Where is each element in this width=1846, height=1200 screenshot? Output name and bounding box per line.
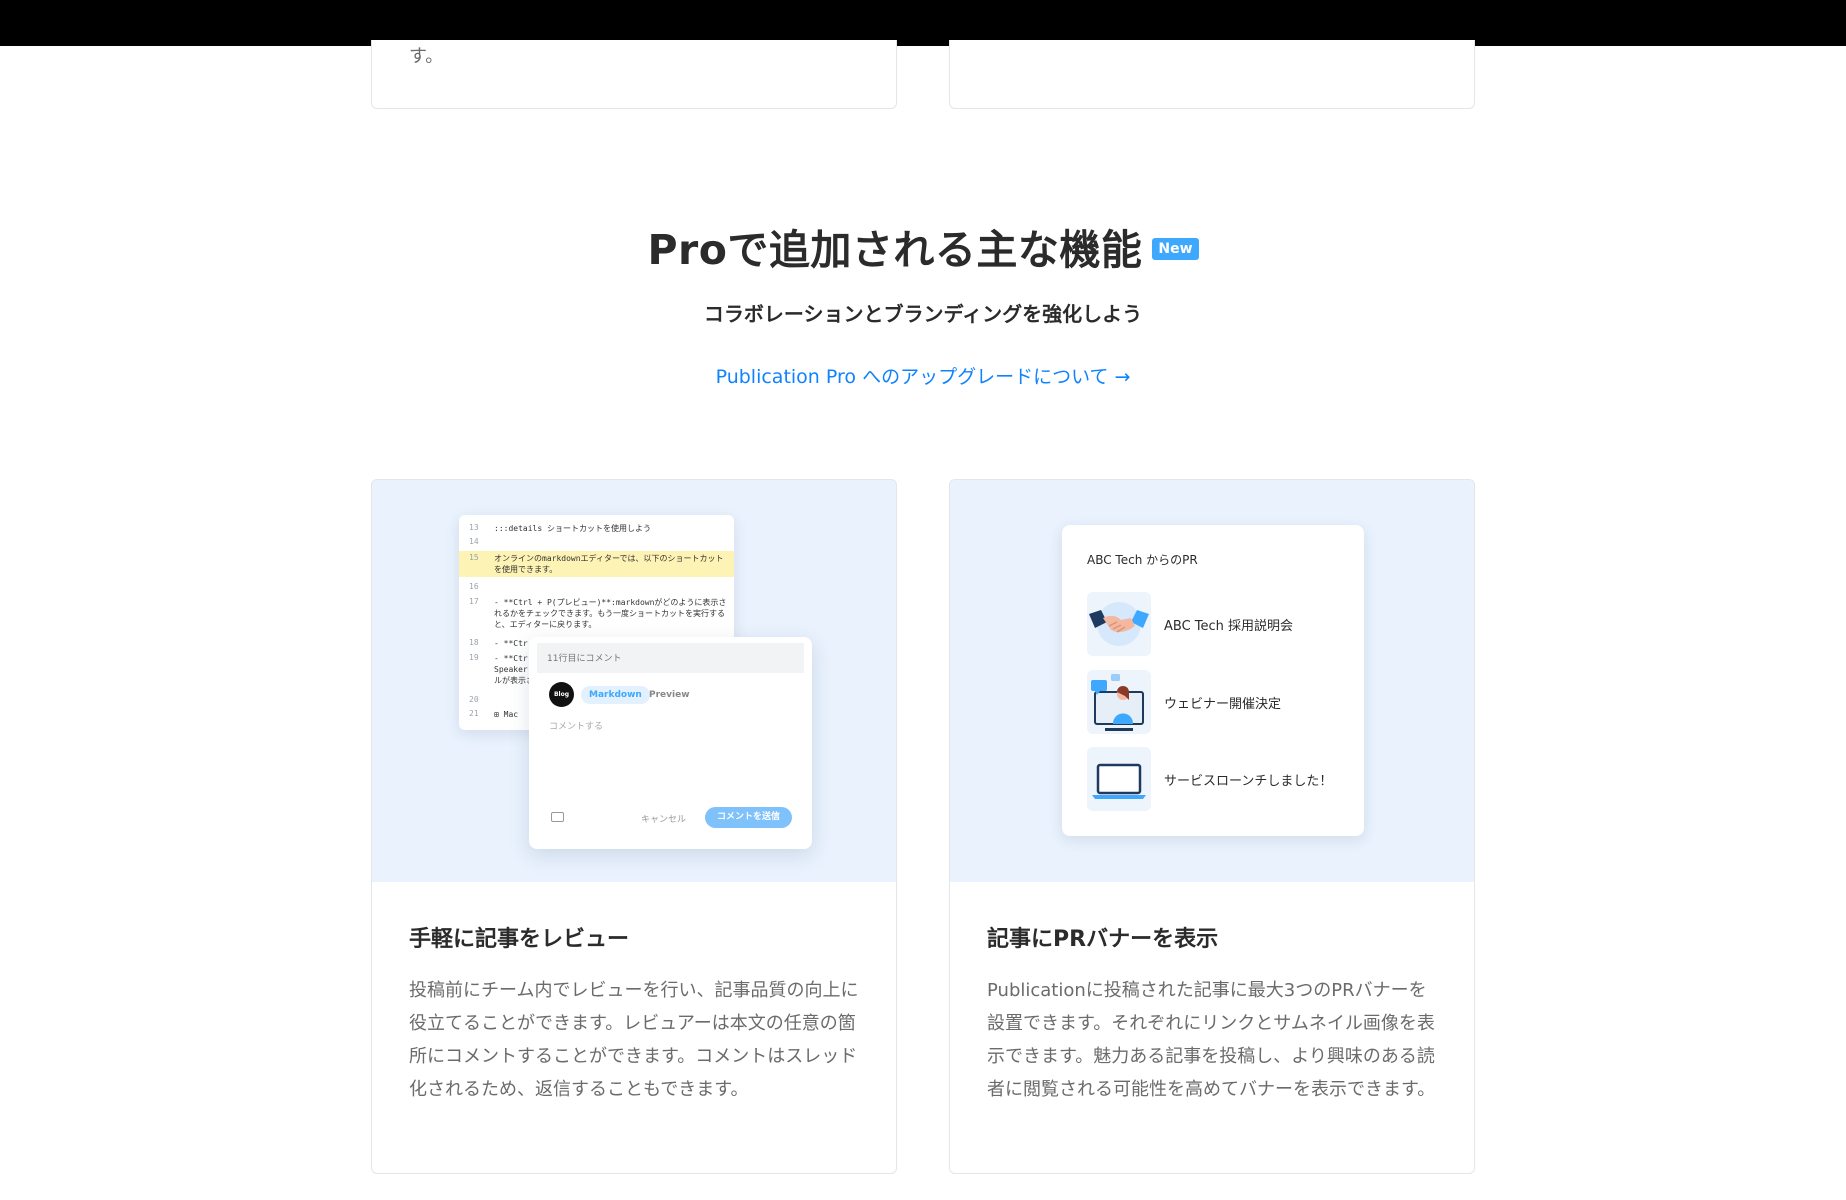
top-black-bar (0, 0, 1846, 46)
laptop-icon (1087, 747, 1151, 811)
tab-preview: Preview (649, 690, 690, 700)
editor-line: 14 (469, 537, 479, 546)
webinar-icon (1087, 670, 1151, 734)
previous-card-text: す。 (409, 46, 444, 67)
avatar: Blog (549, 682, 574, 707)
upgrade-link-text: Publication Pro へのアップグレードについて (715, 366, 1109, 388)
pr-banner-illustration: ABC Tech からのPR ABC Tech 採用説明会 ウェビナー開催決定 … (950, 480, 1474, 882)
section-heading-text: Proで追加される主な機能 (647, 226, 1143, 274)
arrow-right-icon: → (1114, 366, 1131, 388)
comment-box-mock: 11行目にコメント Blog Markdown Preview コメントする キ… (529, 637, 812, 849)
feature-title: 手軽に記事をレビュー (409, 927, 630, 952)
comment-header: 11行目にコメント (537, 643, 804, 673)
pr-banner-label: サービスローンチしました！ (1164, 774, 1333, 789)
editor-line: 17- **Ctrl + P(プレビュー)**:markdownがどのように表示… (469, 597, 727, 629)
feature-card-pr-banner: ABC Tech からのPR ABC Tech 採用説明会 ウェビナー開催決定 … (949, 479, 1475, 1174)
section-heading: Proで追加される主な機能 New (0, 216, 1846, 276)
feature-description: Publicationに投稿された記事に最大3つのPRバナーを設置できます。それ… (987, 980, 1436, 1100)
feature-card-review: 13:::details ショートカットを使用しよう 14 15 オンラインのma… (371, 479, 897, 1174)
cancel-button: キャンセル (641, 815, 687, 825)
send-comment-button: コメントを送信 (705, 807, 792, 828)
editor-line: 13:::details ショートカットを使用しよう (469, 523, 651, 533)
editor-line: 16 (469, 582, 479, 591)
feature-description: 投稿前にチーム内でレビューを行い、記事品質の向上に役立てることができます。レビュ… (409, 980, 859, 1100)
feature-title: 記事にPRバナーを表示 (987, 927, 1219, 952)
pr-banner-label: ウェビナー開催決定 (1164, 697, 1282, 712)
comment-placeholder: コメントする (549, 722, 604, 732)
editor-line-highlighted: 15 オンラインのmarkdownエディターでは、以下のショートカットを使用できま… (459, 551, 734, 577)
review-illustration: 13:::details ショートカットを使用しよう 14 15 オンラインのma… (372, 480, 896, 882)
image-icon (551, 812, 564, 822)
tab-markdown: Markdown (581, 686, 650, 704)
handshake-icon (1087, 592, 1151, 656)
pr-panel-title: ABC Tech からのPR (1087, 553, 1198, 567)
upgrade-link[interactable]: Publication Pro へのアップグレードについて → (0, 362, 1846, 389)
section-subheading: コラボレーションとブランディングを強化しよう (703, 302, 1143, 326)
previous-feature-card-right (949, 40, 1475, 109)
previous-feature-card-left: す。 (371, 40, 897, 109)
pr-banner-label: ABC Tech 採用説明会 (1164, 619, 1294, 634)
pr-banner-item: ウェビナー開催決定 (1087, 670, 1347, 734)
pr-banner-item: サービスローンチしました！ (1087, 747, 1347, 811)
pr-banner-item: ABC Tech 採用説明会 (1087, 592, 1347, 656)
pr-panel-mock: ABC Tech からのPR ABC Tech 採用説明会 ウェビナー開催決定 … (1062, 525, 1364, 836)
new-badge: New (1152, 238, 1199, 260)
